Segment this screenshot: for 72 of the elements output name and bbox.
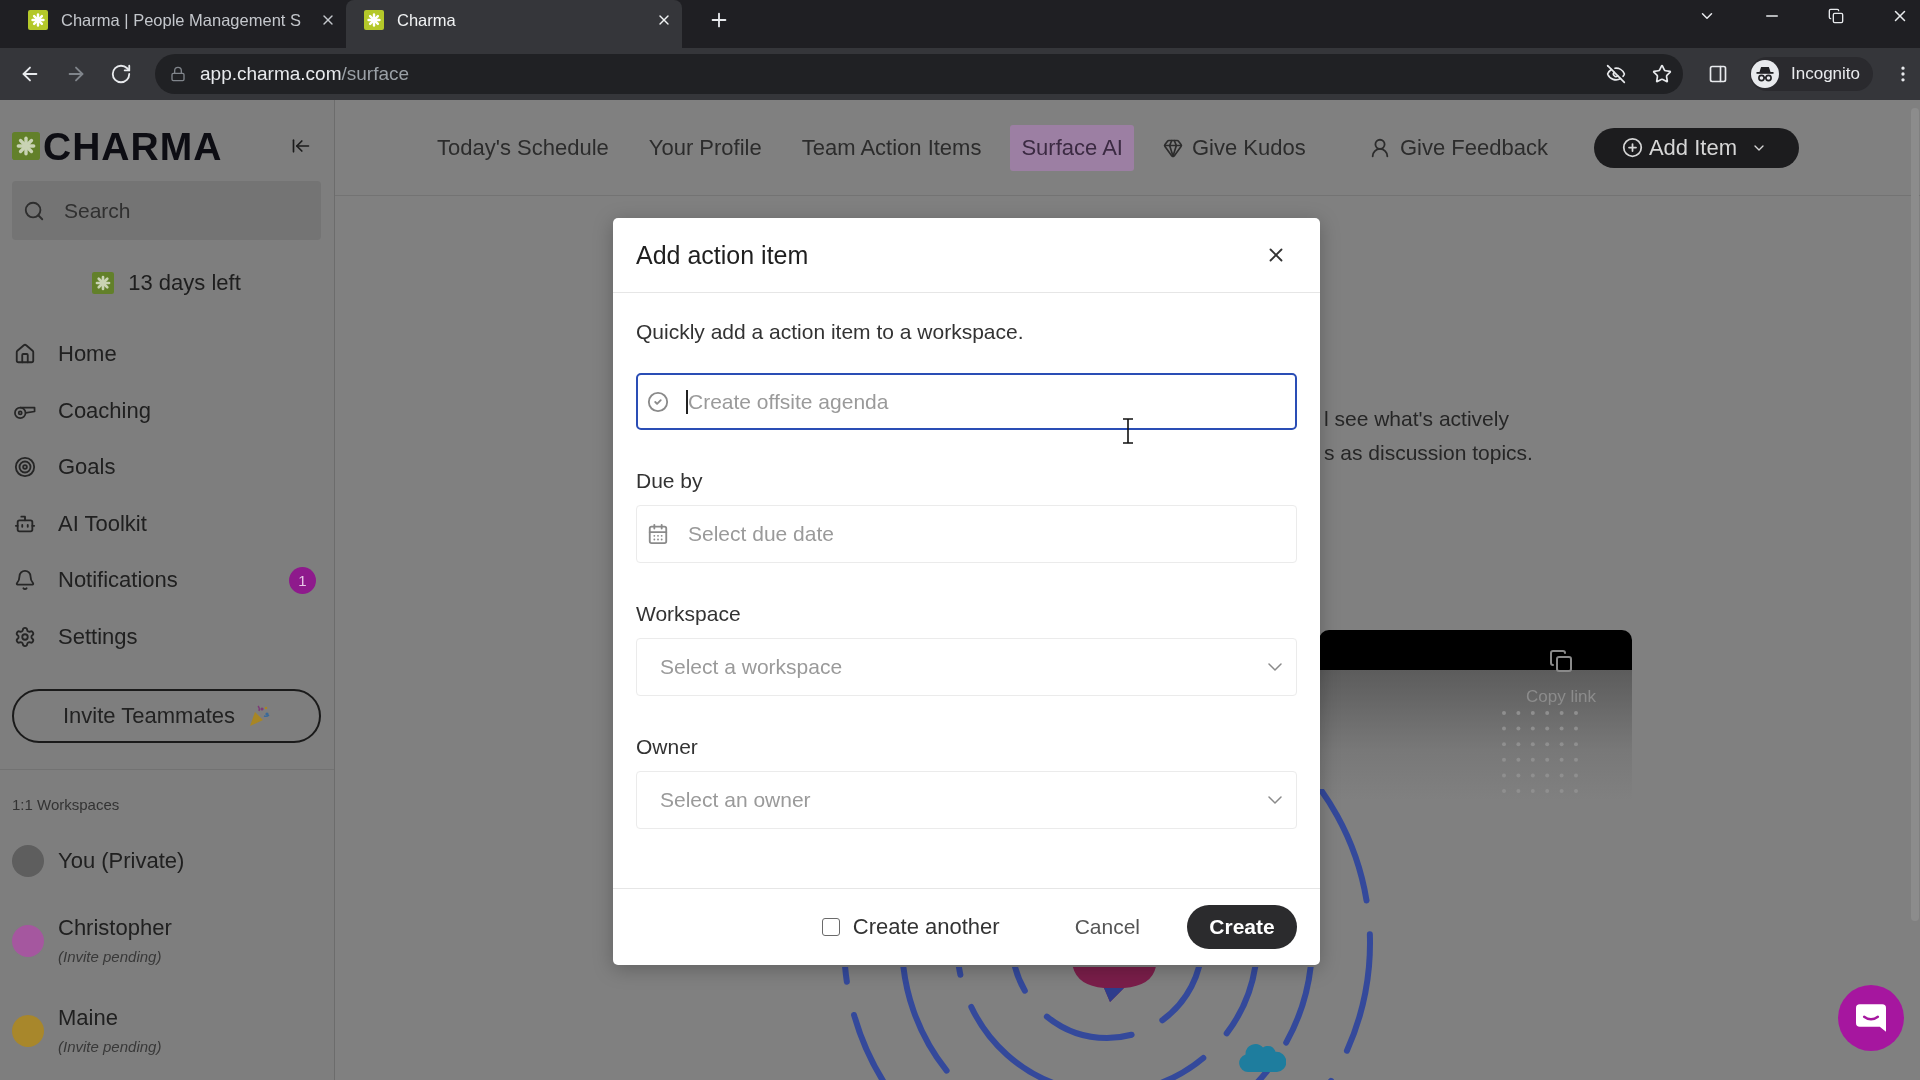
modal-title: Add action item bbox=[636, 240, 809, 270]
collapse-icon[interactable] bbox=[291, 136, 311, 156]
sidebar-item[interactable]: Coaching bbox=[12, 382, 321, 439]
logo-icon bbox=[92, 272, 115, 294]
text-caret-icon bbox=[686, 389, 688, 414]
field-label: Owner bbox=[636, 734, 699, 760]
gem-icon bbox=[1162, 137, 1183, 158]
logo-icon bbox=[28, 10, 48, 30]
side-panel-icon[interactable] bbox=[1708, 64, 1728, 84]
sidebar-item[interactable]: Notifications 1 bbox=[12, 552, 321, 609]
settings-icon bbox=[14, 625, 36, 648]
address-bar[interactable]: app.charma.com/surface bbox=[155, 54, 1683, 94]
nav-link[interactable]: Your Profile bbox=[637, 124, 773, 171]
search-field[interactable]: Search bbox=[12, 181, 321, 240]
check-circle-icon bbox=[647, 390, 669, 413]
incognito-icon bbox=[1751, 60, 1779, 88]
restore-window-icon[interactable] bbox=[1828, 8, 1844, 24]
nav-link[interactable]: Team Action Items bbox=[790, 124, 993, 171]
plus-circle-icon bbox=[1621, 137, 1643, 158]
reload-icon[interactable] bbox=[110, 63, 132, 85]
field-label: Workspace bbox=[636, 601, 742, 627]
add-item-button[interactable]: Add Item bbox=[1593, 127, 1799, 168]
sidebar-item[interactable]: Settings bbox=[12, 608, 321, 665]
nav-link[interactable]: Give Feedback bbox=[1357, 124, 1559, 171]
modal-description: Quickly add a action item to a workspace. bbox=[636, 319, 1025, 345]
action-item-field[interactable]: Create offsite agenda bbox=[636, 373, 1297, 430]
browser-tab[interactable]: Charma | People Management S bbox=[10, 0, 346, 48]
trial-days-text: 13 days left bbox=[128, 270, 241, 296]
create-button[interactable]: Create bbox=[1187, 905, 1297, 949]
cloud-logo-icon bbox=[1237, 1041, 1286, 1072]
calendar-icon bbox=[647, 523, 669, 545]
sidebar-item[interactable]: Home bbox=[12, 326, 321, 383]
invite-teammates-button[interactable]: Invite Teammates bbox=[12, 689, 321, 743]
logo-icon bbox=[364, 10, 384, 30]
workspace-name[interactable]: Christopher bbox=[58, 915, 172, 941]
checkbox[interactable] bbox=[821, 918, 840, 936]
invite-status-text: (Invite pending) bbox=[58, 947, 162, 967]
text-cursor-icon bbox=[1122, 418, 1134, 444]
copy-icon[interactable] bbox=[1549, 649, 1574, 673]
eye-off-icon[interactable] bbox=[1606, 64, 1626, 84]
body-text: l see what's actively bbox=[1324, 406, 1509, 432]
sidebar-item[interactable]: Goals bbox=[12, 439, 321, 496]
checkbox-label[interactable]: Create another bbox=[852, 914, 1000, 940]
nav-link[interactable]: Surface AI bbox=[1010, 124, 1134, 171]
chat-bubble-icon bbox=[1856, 1004, 1886, 1032]
logo-text: CHARMA bbox=[43, 126, 223, 166]
search-icon bbox=[23, 199, 45, 222]
nav-link[interactable]: Give Kudos bbox=[1151, 124, 1340, 171]
target-icon bbox=[14, 456, 36, 479]
star-icon[interactable] bbox=[1652, 64, 1672, 84]
dropdown-field[interactable]: Select an owner bbox=[636, 771, 1297, 829]
workspace-name[interactable]: You (Private) bbox=[58, 848, 185, 874]
date-field[interactable]: Select due date bbox=[636, 505, 1297, 563]
party-popper-icon bbox=[248, 705, 270, 727]
body-text: s as discussion topics. bbox=[1324, 440, 1533, 466]
profile-button[interactable]: Incognito bbox=[1750, 57, 1873, 91]
notification-badge: 1 bbox=[289, 566, 316, 594]
url-text: app.charma.com/surface bbox=[200, 63, 410, 85]
cancel-button[interactable]: Cancel bbox=[1062, 905, 1152, 949]
sidebar-item[interactable]: AI Toolkit bbox=[12, 495, 321, 552]
logo-icon bbox=[12, 132, 40, 160]
workspace-name[interactable]: Maine bbox=[58, 1005, 118, 1031]
lock-icon bbox=[170, 66, 186, 82]
browser-tab[interactable]: Charma bbox=[346, 0, 682, 48]
dropdown-field[interactable]: Select a workspace bbox=[636, 638, 1297, 696]
scrollbar-thumb[interactable] bbox=[1911, 108, 1919, 921]
section-heading: 1:1 Workspaces bbox=[12, 795, 121, 815]
bell-icon bbox=[14, 569, 36, 592]
nav-link[interactable]: Today's Schedule bbox=[426, 124, 620, 171]
house-icon bbox=[14, 343, 36, 366]
field-label: Due by bbox=[636, 468, 704, 494]
invite-status-text: (Invite pending) bbox=[58, 1037, 162, 1057]
